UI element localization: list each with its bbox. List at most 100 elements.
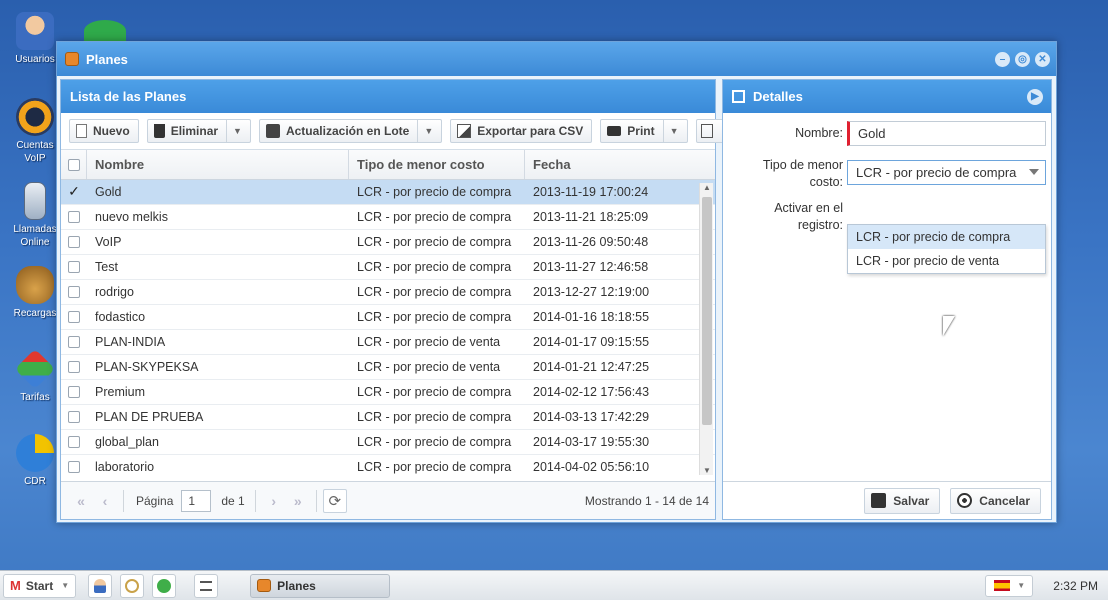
cell-name: rodrigo [95, 285, 134, 299]
table-row[interactable]: rodrigo LCR - por precio de compra 2013-… [61, 280, 715, 305]
delete-button[interactable]: Eliminar ▼ [146, 119, 251, 143]
checkbox-icon [68, 461, 80, 473]
tipo-label: Tipo de menor costo: [762, 158, 843, 189]
dropdown-option[interactable]: LCR - por precio de venta [848, 249, 1045, 273]
row-checkbox[interactable] [61, 236, 87, 248]
cell-name: fodastico [95, 310, 146, 324]
tipo-select[interactable]: LCR - por precio de compra [847, 160, 1046, 185]
next-page-icon[interactable]: › [262, 489, 286, 513]
first-page-icon[interactable]: « [69, 489, 93, 513]
table-row[interactable]: nuevo melkis LCR - por precio de compra … [61, 205, 715, 230]
refresh-icon[interactable]: ⟳ [322, 488, 347, 513]
table-row[interactable]: laboratorio LCR - por precio de compra 2… [61, 455, 715, 476]
cell-name: nuevo melkis [95, 210, 168, 224]
maximize-icon[interactable]: ◎ [1015, 51, 1030, 67]
table-row[interactable]: Premium LCR - por precio de compra 2014-… [61, 380, 715, 405]
print-button-label: Print [627, 124, 655, 138]
name-input[interactable]: Gold [847, 121, 1046, 146]
export-csv-button[interactable]: Exportar para CSV [450, 119, 593, 143]
table-row[interactable]: global_plan LCR - por precio de compra 2… [61, 430, 715, 455]
row-checkbox[interactable] [61, 211, 87, 223]
cell-name: VoIP [95, 235, 122, 249]
chevron-down-icon[interactable]: ▼ [662, 120, 679, 142]
window-title: Planes [86, 51, 128, 67]
table-row[interactable]: PLAN-SKYPEKSA LCR - por precio de venta … [61, 355, 715, 380]
page-number-input[interactable]: 1 [181, 489, 212, 512]
column-header-name[interactable]: Nombre [87, 150, 349, 179]
table-row[interactable]: Test LCR - por precio de compra 2013-11-… [61, 255, 715, 280]
row-checkbox[interactable] [61, 411, 87, 423]
select-all-checkbox[interactable] [61, 150, 87, 179]
row-checkbox[interactable] [61, 361, 87, 373]
quick-launch-globe-icon[interactable] [152, 573, 177, 598]
desktop-icon-cdr[interactable]: CDR [8, 434, 62, 488]
cancel-button[interactable]: Cancelar [950, 487, 1041, 514]
language-selector[interactable]: ▼ [985, 574, 1034, 597]
scrollbar-thumb[interactable] [702, 197, 712, 425]
grid-scrollbar[interactable]: ▲ ▼ [699, 183, 713, 475]
desktop-icon-usuarios[interactable]: Usuarios [8, 12, 62, 66]
collapse-panel-icon[interactable]: ▶ [1027, 88, 1043, 105]
quick-launch-voip-icon[interactable] [120, 573, 145, 598]
checkbox-icon [68, 261, 80, 273]
table-row[interactable]: PLAN-INDIA LCR - por precio de venta 201… [61, 330, 715, 355]
cell-tipo: LCR - por precio de compra [357, 460, 512, 474]
name-label: Nombre: [795, 126, 843, 140]
new-button[interactable]: Nuevo [69, 119, 139, 143]
row-checkbox[interactable] [61, 336, 87, 348]
last-page-icon[interactable]: » [286, 489, 310, 513]
cell-tipo: LCR - por precio de compra [357, 385, 512, 399]
filter-button[interactable] [695, 119, 724, 143]
row-checkbox[interactable] [61, 261, 87, 273]
chevron-down-icon[interactable]: ▼ [226, 120, 242, 142]
app-icon [257, 579, 272, 592]
cell-tipo: LCR - por precio de compra [357, 435, 512, 449]
table-row[interactable]: PLAN DE PRUEBA LCR - por precio de compr… [61, 405, 715, 430]
users-icon [16, 12, 54, 50]
batch-update-button[interactable]: Actualización en Lote ▼ [258, 119, 443, 143]
row-checkbox[interactable]: ✓ [61, 186, 87, 198]
desktop-icon-partial[interactable] [84, 20, 126, 42]
taskbar-item-planes[interactable]: Planes [250, 573, 391, 598]
table-row[interactable]: ✓ Gold LCR - por precio de compra 2013-1… [61, 180, 715, 205]
list-panel-header: Lista de las Planes [61, 80, 715, 113]
scroll-up-icon[interactable]: ▲ [700, 183, 714, 192]
desktop-icon-recargas[interactable]: Recargas [8, 266, 62, 320]
window-titlebar[interactable]: Planes – ◎ ✕ [57, 42, 1056, 76]
close-icon[interactable]: ✕ [1035, 51, 1050, 67]
start-button[interactable]: M Start ▼ [3, 573, 77, 598]
desktop-icon-cuentas-voip[interactable]: Cuentas VoIP [8, 98, 62, 165]
row-checkbox[interactable] [61, 286, 87, 298]
column-header-fecha[interactable]: Fecha [525, 150, 701, 179]
delete-button-label: Eliminar [170, 124, 219, 138]
show-list-icon[interactable] [194, 573, 219, 598]
row-checkbox[interactable] [61, 436, 87, 448]
row-checkbox[interactable] [61, 311, 87, 323]
column-header-tipo[interactable]: Tipo de menor costo [349, 150, 525, 179]
row-checkbox[interactable] [61, 386, 87, 398]
scroll-down-icon[interactable]: ▼ [700, 466, 714, 475]
table-row[interactable]: fodastico LCR - por precio de compra 201… [61, 305, 715, 330]
pager-status: Mostrando 1 - 14 de 14 [584, 493, 709, 508]
table-row[interactable]: VoIP LCR - por precio de compra 2013-11-… [61, 230, 715, 255]
pager-separator [315, 489, 317, 512]
batch-update-label: Actualización en Lote [285, 124, 410, 138]
activar-label: Activar en el registro: [774, 201, 843, 232]
save-button-label: Salvar [893, 493, 930, 508]
floppy-icon [265, 124, 280, 138]
print-button[interactable]: Print ▼ [600, 119, 688, 143]
cell-fecha: 2014-02-12 17:56:43 [533, 385, 650, 399]
chevron-down-icon[interactable] [1029, 169, 1039, 175]
prev-page-icon[interactable]: ‹ [93, 489, 117, 513]
save-button[interactable]: Salvar [864, 487, 941, 514]
desktop-icon-llamadas-online[interactable]: Llamadas Online [8, 182, 62, 249]
row-checkbox[interactable] [61, 461, 87, 473]
desktop-icon-tarifas[interactable]: Tarifas [8, 348, 62, 404]
chevron-down-icon[interactable]: ▼ [417, 120, 433, 142]
taskbar-item-label: Planes [277, 578, 316, 593]
dropdown-option[interactable]: LCR - por precio de compra [848, 225, 1045, 249]
minimize-icon[interactable]: – [995, 51, 1010, 67]
cell-name: PLAN-SKYPEKSA [95, 360, 199, 374]
export-csv-label: Exportar para CSV [477, 124, 584, 138]
quick-launch-user-icon[interactable] [88, 573, 113, 598]
